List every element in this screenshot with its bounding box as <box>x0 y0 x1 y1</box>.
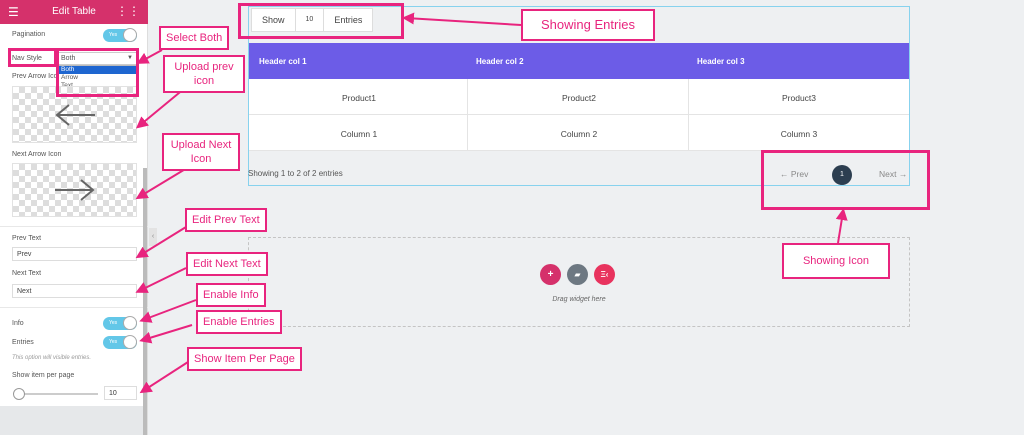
arrow-select-both <box>136 49 163 64</box>
annotation-arrows <box>135 12 848 394</box>
callout-show-per-page: Show Item Per Page <box>187 347 302 371</box>
callout-edit-prev: Edit Prev Text <box>185 208 267 232</box>
callout-showing-entries: Showing Entries <box>521 9 655 41</box>
arrow-show-per-page <box>139 361 189 394</box>
callout-upload-next: Upload Next Icon <box>162 133 240 171</box>
arrow-enable-info <box>139 299 197 323</box>
callout-edit-next: Edit Next Text <box>186 252 268 276</box>
arrow-showing-entries <box>402 12 522 26</box>
callout-select-both: Select Both <box>159 26 230 50</box>
arrow-edit-next <box>135 267 187 293</box>
callout-upload-prev: Upload prev icon <box>163 55 245 93</box>
callout-enable-info: Enable Info <box>196 283 266 307</box>
arrow-showing-icon <box>835 208 848 244</box>
callout-enable-entries: Enable Entries <box>196 310 282 334</box>
callout-showing-icon: Showing Icon <box>782 243 890 279</box>
arrow-enable-entries <box>139 324 193 344</box>
arrow-upload-prev <box>135 87 186 129</box>
arrow-edit-prev <box>135 226 187 259</box>
